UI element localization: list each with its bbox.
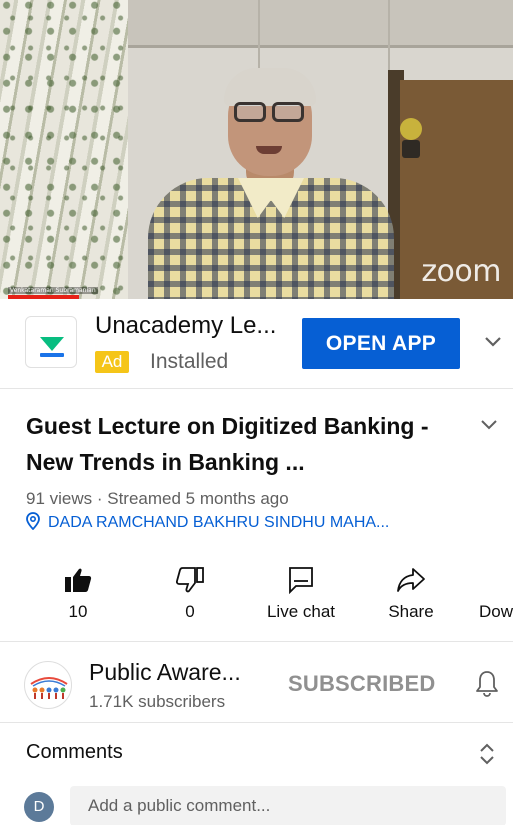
comment-input[interactable] (70, 786, 506, 825)
live-chat-icon (289, 567, 313, 594)
open-app-button[interactable]: OPEN APP (302, 318, 460, 369)
like-button[interactable]: 10 (38, 560, 118, 642)
download-label: Dow (479, 602, 513, 621)
expand-collapse-icon[interactable] (477, 742, 497, 766)
user-avatar: D (24, 792, 54, 822)
thumbs-down-icon (176, 567, 204, 593)
channel-avatar[interactable] (24, 661, 72, 709)
comments-section[interactable]: Comments D (0, 724, 513, 825)
action-row: 10 0 Live chat Share Dow (0, 560, 513, 642)
live-chat-button[interactable]: Live chat (261, 560, 341, 642)
ad-app-name[interactable]: Unacademy Le... (95, 312, 276, 340)
unacademy-logo-icon[interactable] (25, 316, 77, 368)
like-count: 10 (68, 602, 88, 621)
thumbs-up-filled-icon (65, 568, 92, 592)
ad-badge: Ad (95, 351, 129, 373)
share-icon (397, 568, 425, 592)
zoom-watermark: zoom (421, 254, 501, 289)
background-curtain (0, 0, 128, 299)
download-button[interactable]: Dow (473, 560, 513, 642)
presenter-name-tag: Venkataraman Subramanian (8, 287, 98, 294)
location-pin-icon (26, 512, 40, 531)
video-player[interactable]: Venkataraman Subramanian zoom (0, 0, 513, 299)
dislike-count: 0 (185, 602, 195, 621)
video-title[interactable]: Guest Lecture on Digitized Banking - New… (26, 408, 456, 480)
presenter-hair (224, 68, 316, 106)
subscribed-button[interactable]: SUBSCRIBED (288, 671, 435, 697)
ad-banner[interactable]: Unacademy Le... Ad Installed OPEN APP (0, 299, 513, 389)
presenter-glasses (232, 102, 308, 124)
comments-title: Comments (26, 741, 123, 763)
live-chat-label: Live chat (266, 602, 336, 621)
ad-install-status: Installed (150, 350, 229, 373)
video-meta: 91 views · Streamed 5 months ago (26, 489, 289, 508)
expand-description-icon[interactable] (478, 414, 500, 436)
background-cabinet-top (128, 0, 513, 48)
subscriber-count: 1.71K subscribers (89, 692, 226, 711)
share-button[interactable]: Share (371, 560, 451, 642)
location-link[interactable]: DADA RAMCHAND BAKHRU SINDHU MAHA... (26, 512, 389, 532)
chevron-down-icon[interactable] (482, 331, 504, 353)
bell-icon[interactable] (474, 669, 500, 697)
channel-name[interactable]: Public Aware... (89, 659, 241, 686)
location-text: DADA RAMCHAND BAKHRU SINDHU MAHA... (48, 514, 390, 531)
background-plant-pot (402, 140, 420, 158)
channel-row[interactable]: Public Aware... 1.71K subscribers SUBSCR… (0, 643, 513, 723)
background-plant (400, 118, 422, 140)
presenter-mouth (256, 146, 282, 154)
share-label: Share (388, 602, 434, 621)
dislike-button[interactable]: 0 (150, 560, 230, 642)
